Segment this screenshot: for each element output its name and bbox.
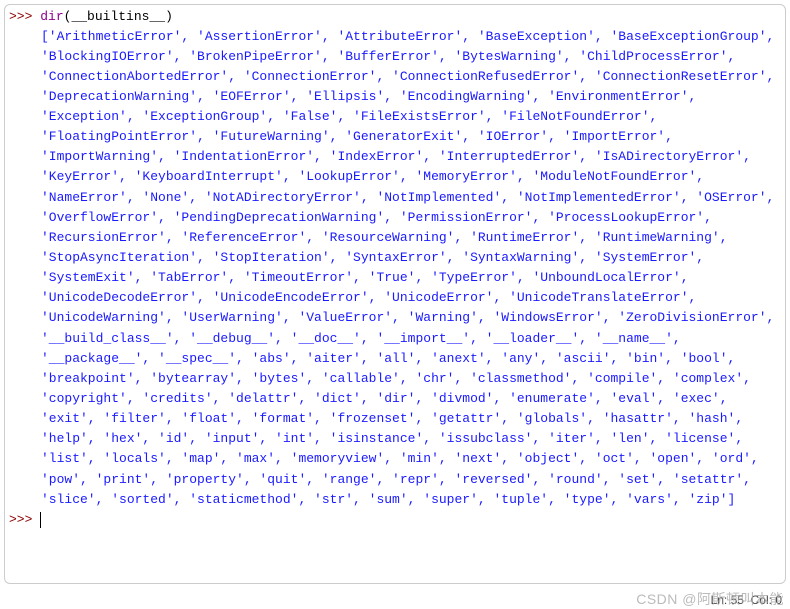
output-block: ['ArithmeticError', 'AssertionError', 'A…: [5, 27, 785, 510]
python-shell-editor[interactable]: >>> dir(__builtins__) ['ArithmeticError'…: [4, 4, 786, 584]
input-line: >>> dir(__builtins__): [5, 7, 785, 27]
close-paren: ): [165, 9, 173, 24]
call-name: dir: [40, 9, 63, 24]
prompt: >>>: [9, 7, 40, 27]
arg-name: __builtins__: [71, 9, 165, 24]
next-prompt-line[interactable]: >>>: [5, 510, 785, 530]
text-cursor: [40, 512, 41, 528]
prompt: >>>: [9, 510, 40, 530]
code-input: dir(__builtins__): [40, 7, 173, 27]
